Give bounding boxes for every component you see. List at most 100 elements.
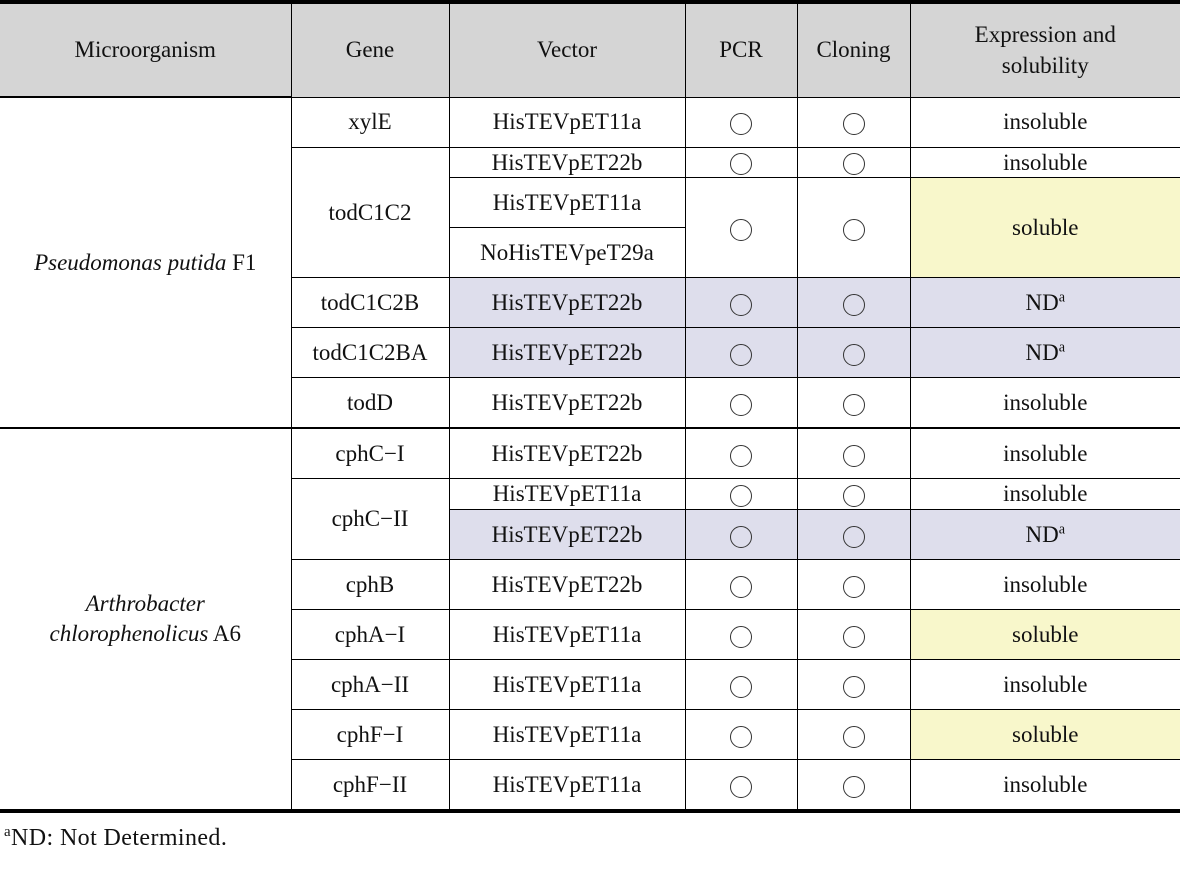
expression-cell: insoluble xyxy=(909,96,1180,148)
vector-cell: HisTEVpET11a xyxy=(448,96,686,148)
cloning-cell xyxy=(796,277,911,329)
open-circle-icon xyxy=(842,625,865,648)
cloning-cell xyxy=(796,509,911,561)
pcr-cell xyxy=(684,709,798,761)
vector-cell: HisTEVpET22b xyxy=(448,377,686,429)
cloning-cell xyxy=(796,177,911,279)
gene-cell: xylE xyxy=(290,96,450,148)
expression-cell: soluble xyxy=(909,609,1180,661)
open-circle-icon xyxy=(842,725,865,748)
gene-cell: todC1C2B xyxy=(291,277,450,329)
open-circle-icon xyxy=(730,675,752,698)
open-circle-icon xyxy=(730,625,752,648)
pcr-cell xyxy=(684,177,798,279)
vector-cell: HisTEVpET11a xyxy=(448,478,686,511)
open-circle-icon xyxy=(730,525,752,548)
expression-cell: NDa xyxy=(909,509,1180,561)
vector-cell: HisTEVpET11a xyxy=(448,659,686,711)
cloning-cell xyxy=(796,659,911,711)
cloning-cell xyxy=(796,377,911,429)
expression-footnote-marker: a xyxy=(1058,289,1066,306)
pcr-cell xyxy=(684,559,798,611)
gene-cell: cphA−I xyxy=(291,609,450,661)
open-circle-icon xyxy=(842,575,865,598)
open-circle-icon xyxy=(842,218,865,241)
open-circle-icon xyxy=(730,343,752,366)
organism-species: Pseudomonas putida xyxy=(34,249,227,275)
organism-species-line1: Arthrobacter xyxy=(85,591,205,617)
vector-cell: HisTEVpET11a xyxy=(449,177,686,229)
open-circle-icon xyxy=(730,575,752,598)
vector-cell: HisTEVpET11a xyxy=(448,609,686,661)
expression-cell: insoluble xyxy=(909,559,1180,611)
open-circle-icon xyxy=(842,485,865,508)
pcr-cell xyxy=(684,146,798,179)
table-body: Pseudomonas putida F1 xylE HisTEVpET11a … xyxy=(0,95,1180,812)
header-gene: Gene xyxy=(290,1,450,98)
open-circle-icon xyxy=(842,293,865,316)
expression-cell: insoluble xyxy=(909,659,1180,711)
cloning-cell xyxy=(796,759,911,812)
header-microorganism: Microorganism xyxy=(0,1,292,98)
table-footnote: aND: Not Determined. xyxy=(0,813,1180,852)
expression-cell: insoluble xyxy=(909,377,1180,429)
expression-cell: insoluble xyxy=(909,146,1180,179)
open-circle-icon xyxy=(842,525,865,548)
open-circle-icon xyxy=(730,393,752,416)
expression-value: ND xyxy=(1025,289,1059,315)
header-vector: Vector xyxy=(448,1,686,98)
expression-cell: NDa xyxy=(909,277,1180,329)
gene-cell: todC1C2BA xyxy=(291,327,450,379)
vector-cell: HisTEVpET22b xyxy=(448,559,686,611)
open-circle-icon xyxy=(730,293,752,316)
pcr-cell xyxy=(684,427,798,480)
cloning-cell xyxy=(796,96,911,148)
expression-cell: insoluble xyxy=(909,427,1180,480)
open-circle-icon xyxy=(730,725,752,748)
expression-cell: soluble xyxy=(909,709,1180,761)
expression-cell: NDa xyxy=(909,327,1180,379)
open-circle-icon xyxy=(842,153,865,176)
open-circle-icon xyxy=(730,485,752,508)
expression-footnote-marker: a xyxy=(1058,339,1066,356)
cloning-cell xyxy=(796,146,911,179)
open-circle-icon xyxy=(842,444,865,467)
pcr-cell xyxy=(684,96,798,148)
footnote-marker: a xyxy=(4,824,12,841)
gene-cell: todD xyxy=(291,377,450,429)
cloning-cell xyxy=(796,559,911,611)
open-circle-icon xyxy=(842,675,865,698)
expression-cell: soluble xyxy=(909,177,1180,279)
vector-cell: HisTEVpET22b xyxy=(449,509,686,561)
organism-species-line2: chlorophenolicus xyxy=(49,621,209,647)
pcr-cell xyxy=(684,377,798,429)
vector-cell: HisTEVpET22b xyxy=(448,277,686,329)
vector-cell: HisTEVpET11a xyxy=(448,709,686,761)
pcr-cell xyxy=(684,327,798,379)
open-circle-icon xyxy=(730,112,752,135)
open-circle-icon xyxy=(730,444,752,467)
organism-strain: A6 xyxy=(212,621,241,647)
organism-cell-pseudomonas: Pseudomonas putida F1 xyxy=(0,95,292,429)
header-row: Microorganism Gene Vector PCR Cloning Ex… xyxy=(0,1,1180,98)
pcr-cell xyxy=(684,759,798,812)
header-cloning: Cloning xyxy=(796,1,911,98)
organism-cell-arthrobacter: Arthrobacter chlorophenolicus A6 xyxy=(0,427,292,812)
cloning-cell xyxy=(796,609,911,661)
header-expression-line2: solubility xyxy=(1001,53,1089,79)
vector-cell: HisTEVpET22b xyxy=(448,327,686,379)
cloning-cell xyxy=(796,327,911,379)
header-pcr: PCR xyxy=(684,1,798,98)
open-circle-icon xyxy=(730,218,752,241)
cloning-cell xyxy=(796,709,911,761)
pcr-cell xyxy=(684,609,798,661)
expression-solubility-table: Microorganism Gene Vector PCR Cloning Ex… xyxy=(0,0,1180,814)
open-circle-icon xyxy=(842,112,865,135)
organism-strain: F1 xyxy=(232,249,257,275)
expression-footnote-marker: a xyxy=(1058,521,1066,538)
gene-cell: cphA−II xyxy=(291,659,450,711)
header-expression-solubility: Expression and solubility xyxy=(909,1,1180,98)
header-expression-line1: Expression and xyxy=(974,22,1116,48)
open-circle-icon xyxy=(842,393,865,416)
gene-cell: cphF−II xyxy=(291,759,450,812)
